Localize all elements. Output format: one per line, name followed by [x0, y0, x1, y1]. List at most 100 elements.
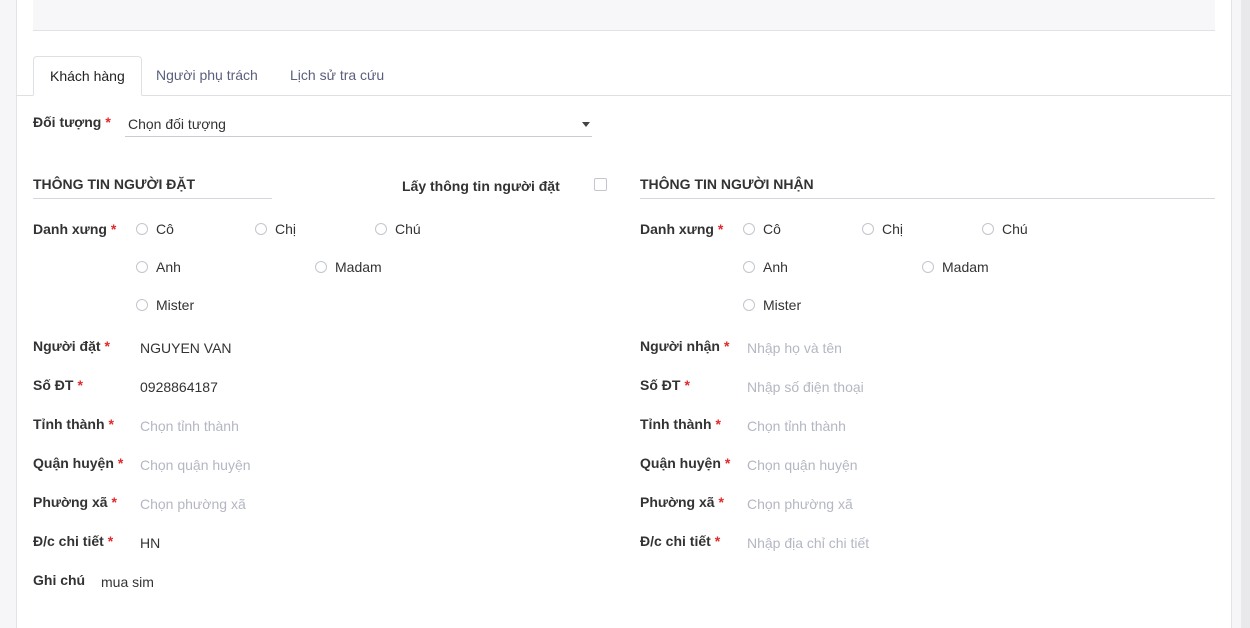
required-mark: * [77, 377, 83, 393]
receiver-section-title: THÔNG TIN NGƯỜI NHẬN [640, 176, 1215, 199]
copy-sender-checkbox[interactable] [594, 178, 607, 191]
label-text: Phường xã [33, 494, 108, 510]
required-mark: * [105, 114, 111, 130]
tab-lich-su-tra-cuu[interactable]: Lịch sử tra cứu [290, 56, 384, 95]
radio-circle [255, 223, 267, 235]
tab-bar: Khách hàng Người phụ trách Lịch sử tra c… [16, 56, 1231, 96]
label-text: Phường xã [640, 494, 715, 510]
label-text: Danh xưng [33, 221, 107, 237]
required-mark: * [717, 221, 724, 237]
receiver-radio-anh[interactable]: Anh [743, 259, 788, 275]
copy-sender-label: Lấy thông tin người đặt [402, 178, 560, 194]
sender-radio-chi[interactable]: Chị [255, 221, 296, 237]
sender-salutation-label: Danh xưng * [33, 221, 116, 237]
label-text: Tỉnh thành [640, 416, 712, 432]
top-panel [33, 0, 1215, 31]
object-label: Đối tượng * [33, 114, 111, 130]
radio-circle [922, 261, 934, 273]
radio-label: Cô [156, 221, 174, 237]
receiver-province-label: Tỉnh thành * [640, 416, 721, 432]
radio-label: Anh [156, 259, 181, 275]
required-mark: * [117, 455, 124, 471]
radio-label: Mister [763, 297, 802, 313]
label-text: Người đặt [33, 338, 101, 354]
sender-province-select[interactable]: Chọn tỉnh thành [140, 418, 239, 434]
sender-note-label: Ghi chú [33, 572, 86, 588]
label-text: Số ĐT [640, 377, 681, 393]
label-text: Quận huyện [640, 455, 721, 471]
radio-label: Cô [763, 221, 781, 237]
sender-name-label: Người đặt * [33, 338, 110, 354]
radio-label: Anh [763, 259, 788, 275]
receiver-radio-chu[interactable]: Chú [982, 221, 1028, 237]
sender-district-select[interactable]: Chọn quận huyện [140, 457, 251, 473]
sender-note-input[interactable]: mua sim [101, 574, 154, 590]
required-mark: * [107, 533, 114, 549]
receiver-radio-chi[interactable]: Chị [862, 221, 903, 237]
label-text: Danh xưng [640, 221, 714, 237]
sender-radio-chu[interactable]: Chú [375, 221, 421, 237]
radio-circle [136, 261, 148, 273]
radio-label: Mister [156, 297, 195, 313]
sender-address-input[interactable]: HN [140, 535, 160, 551]
receiver-province-select[interactable]: Chọn tỉnh thành [747, 418, 846, 434]
label-text: Đ/c chi tiết [33, 533, 104, 549]
vertical-scrollbar[interactable] [1241, 0, 1250, 628]
sender-section-title: THÔNG TIN NGƯỜI ĐẶT [33, 176, 272, 199]
receiver-district-select[interactable]: Chọn quận huyện [747, 457, 858, 473]
sender-radio-co[interactable]: Cô [136, 221, 174, 237]
required-mark: * [111, 494, 117, 510]
label-text: Quận huyện [33, 455, 114, 471]
receiver-address-input[interactable]: Nhập địa chỉ chi tiết [747, 535, 869, 551]
radio-circle [136, 223, 148, 235]
required-mark: * [718, 494, 724, 510]
sender-phone-label: Số ĐT * [33, 377, 83, 393]
radio-circle [982, 223, 994, 235]
receiver-phone-input[interactable]: Nhập số điện thoại [747, 379, 864, 395]
radio-label: Madam [942, 259, 989, 275]
receiver-radio-madam[interactable]: Madam [922, 259, 989, 275]
sender-phone-input[interactable]: 0928864187 [140, 379, 218, 395]
receiver-radio-co[interactable]: Cô [743, 221, 781, 237]
radio-label: Chú [395, 221, 421, 237]
receiver-ward-select[interactable]: Chọn phường xã [747, 496, 853, 512]
sender-name-input[interactable]: NGUYEN VAN [140, 340, 232, 356]
radio-circle [743, 299, 755, 311]
receiver-radio-mister[interactable]: Mister [743, 297, 801, 313]
radio-circle [136, 299, 148, 311]
required-mark: * [715, 416, 721, 432]
sender-radio-anh[interactable]: Anh [136, 259, 181, 275]
tab-nguoi-phu-trach[interactable]: Người phụ trách [156, 56, 258, 95]
radio-label: Chị [275, 221, 297, 237]
radio-label: Chú [1002, 221, 1028, 237]
tab-khach-hang[interactable]: Khách hàng [33, 56, 142, 96]
sender-ward-select[interactable]: Chọn phường xã [140, 496, 246, 512]
receiver-name-label: Người nhận * [640, 338, 729, 354]
radio-circle [375, 223, 387, 235]
required-mark: * [104, 338, 110, 354]
radio-circle [743, 261, 755, 273]
receiver-district-label: Quận huyện * [640, 455, 730, 471]
required-mark: * [684, 377, 690, 393]
receiver-ward-label: Phường xã * [640, 494, 724, 510]
label-text: Số ĐT [33, 377, 74, 393]
object-select-value: Chọn đối tượng [128, 116, 226, 132]
required-mark: * [724, 455, 731, 471]
sender-district-label: Quận huyện * [33, 455, 123, 471]
radio-label: Madam [335, 259, 382, 275]
object-label-text: Đối tượng [33, 114, 102, 130]
radio-circle [743, 223, 755, 235]
receiver-salutation-label: Danh xưng * [640, 221, 723, 237]
sender-province-label: Tỉnh thành * [33, 416, 114, 432]
sender-address-label: Đ/c chi tiết * [33, 533, 113, 549]
sender-ward-label: Phường xã * [33, 494, 117, 510]
receiver-name-input[interactable]: Nhập họ và tên [747, 340, 842, 356]
radio-circle [862, 223, 874, 235]
left-gutter [0, 0, 17, 628]
sender-radio-mister[interactable]: Mister [136, 297, 194, 313]
object-select[interactable]: Chọn đối tượng [125, 112, 592, 137]
sender-radio-madam[interactable]: Madam [315, 259, 382, 275]
caret-down-icon [582, 122, 590, 127]
required-mark: * [110, 221, 117, 237]
label-text: Người nhận [640, 338, 720, 354]
